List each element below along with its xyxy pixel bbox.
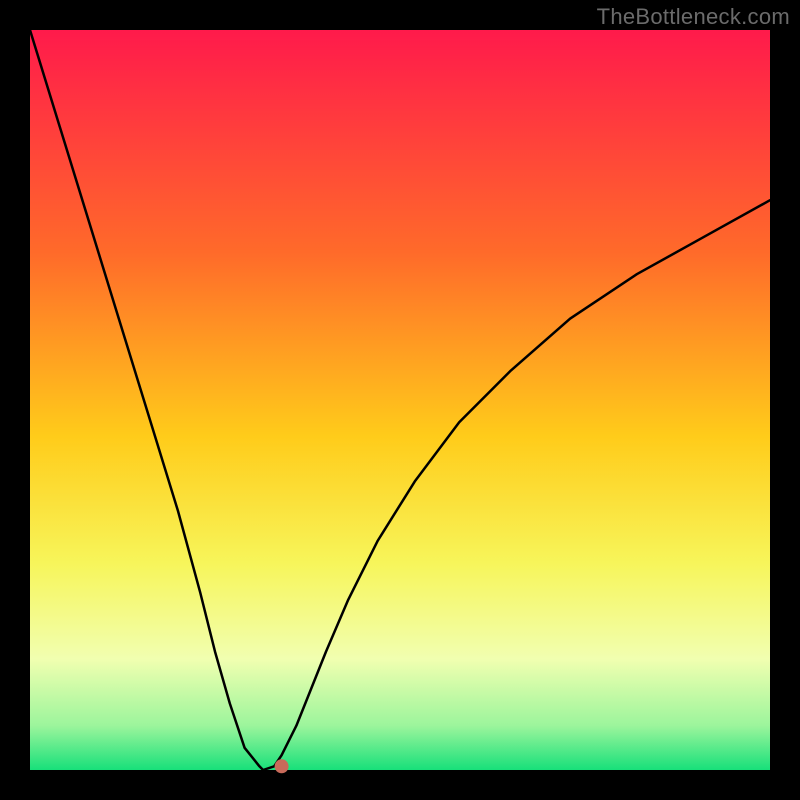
bottleneck-chart xyxy=(0,0,800,800)
plot-background xyxy=(30,30,770,770)
chart-frame: TheBottleneck.com xyxy=(0,0,800,800)
watermark-text: TheBottleneck.com xyxy=(597,4,790,30)
minimum-marker xyxy=(275,759,289,773)
